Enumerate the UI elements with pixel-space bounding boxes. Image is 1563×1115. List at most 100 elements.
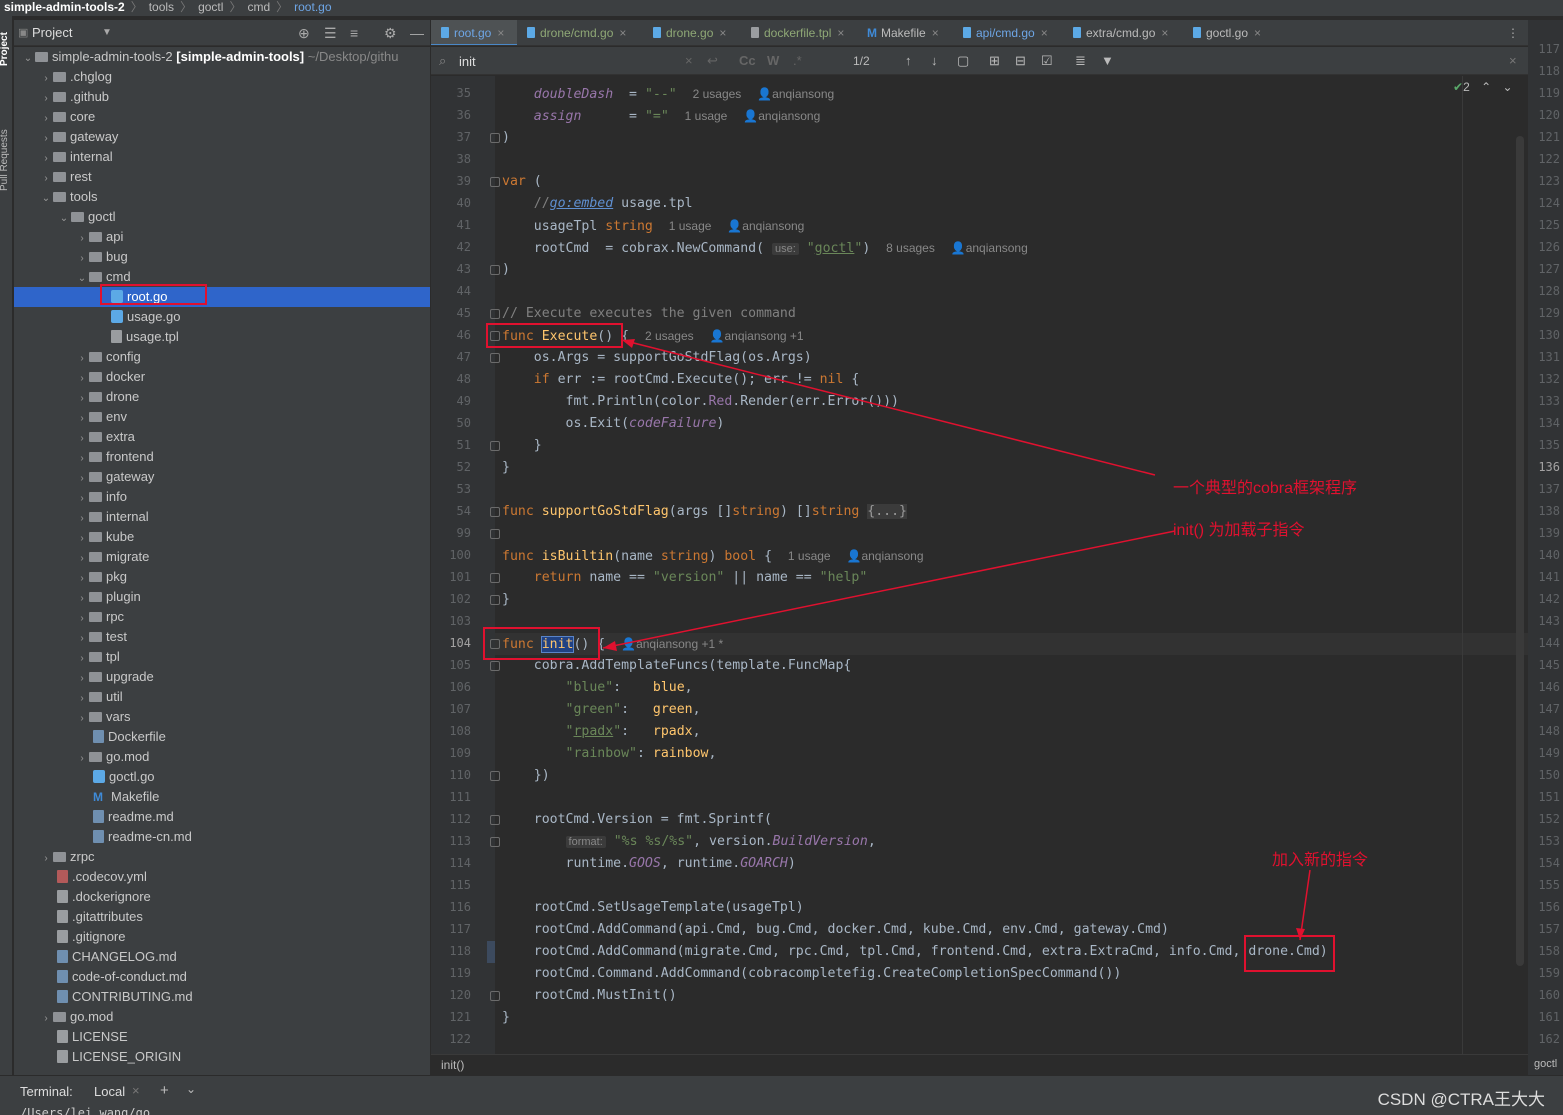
chevron-up-icon[interactable]: ⌃ bbox=[1481, 80, 1491, 94]
tab-dockerfile-tpl[interactable]: dockerfile.tpl × bbox=[751, 20, 861, 45]
fold-marker-icon[interactable] bbox=[490, 661, 500, 671]
breadcrumb[interactable]: init() bbox=[441, 1058, 464, 1072]
tree-item[interactable]: goctl.go bbox=[14, 767, 430, 787]
tree-item[interactable]: ⌄ goctl bbox=[14, 207, 430, 227]
clear-icon[interactable]: × bbox=[685, 47, 693, 75]
tree-item[interactable]: › go.mod bbox=[14, 747, 430, 767]
tree-item[interactable]: › docker bbox=[14, 367, 430, 387]
tree-item[interactable]: › gateway bbox=[14, 127, 430, 147]
project-panel-title[interactable]: Project bbox=[32, 20, 72, 46]
fold-marker-icon[interactable] bbox=[490, 441, 500, 451]
nav-cmd[interactable]: cmd bbox=[247, 0, 270, 14]
remove-occurrence-icon[interactable]: ⊟ bbox=[1015, 47, 1026, 75]
filter-options-icon[interactable]: ≣ bbox=[1075, 47, 1086, 75]
filter-icon[interactable]: ▼ bbox=[1101, 47, 1114, 75]
tree-item[interactable]: › extra bbox=[14, 427, 430, 447]
chevron-right-icon[interactable]: › bbox=[39, 169, 53, 189]
tree-item[interactable]: Dockerfile bbox=[14, 727, 430, 747]
close-icon[interactable]: × bbox=[132, 1083, 140, 1098]
tree-item[interactable]: › api bbox=[14, 227, 430, 247]
chevron-right-icon[interactable]: › bbox=[39, 89, 53, 109]
chevron-right-icon[interactable]: › bbox=[75, 549, 89, 569]
tree-item[interactable]: › vars bbox=[14, 707, 430, 727]
toggle-all-icon[interactable]: ☑ bbox=[1041, 47, 1053, 75]
fold-marker-icon[interactable] bbox=[490, 133, 500, 143]
words-toggle[interactable]: W bbox=[767, 47, 779, 75]
chevron-down-icon[interactable]: ⌄ bbox=[186, 1082, 196, 1096]
tab-api-cmd-go[interactable]: api/cmd.go × bbox=[963, 20, 1063, 45]
chevron-right-icon[interactable]: › bbox=[75, 469, 89, 489]
tree-item[interactable]: › rpc bbox=[14, 607, 430, 627]
fold-marker-icon[interactable] bbox=[490, 991, 500, 1001]
chevron-right-icon[interactable]: › bbox=[75, 609, 89, 629]
nav-tools[interactable]: tools bbox=[149, 0, 174, 14]
fold-marker-icon[interactable] bbox=[490, 177, 500, 187]
tree-item[interactable]: code-of-conduct.md bbox=[14, 967, 430, 987]
tab-drone-cmd-go[interactable]: drone/cmd.go × bbox=[527, 20, 645, 45]
tab-drone-go[interactable]: drone.go × bbox=[653, 20, 741, 45]
chevron-right-icon[interactable]: › bbox=[75, 529, 89, 549]
chevron-right-icon[interactable]: › bbox=[75, 649, 89, 669]
fold-marker-icon[interactable] bbox=[490, 837, 500, 847]
chevron-right-icon[interactable]: › bbox=[75, 349, 89, 369]
fold-marker-icon[interactable] bbox=[490, 573, 500, 583]
chevron-down-icon[interactable]: ▼ bbox=[102, 20, 112, 46]
tree-item[interactable]: .gitattributes bbox=[14, 907, 430, 927]
tree-item[interactable]: › zrpc bbox=[14, 847, 430, 867]
chevron-right-icon[interactable]: › bbox=[75, 249, 89, 269]
previous-occurrence-icon[interactable]: ↑ bbox=[905, 47, 912, 75]
tree-item[interactable]: .dockerignore bbox=[14, 887, 430, 907]
tree-item[interactable]: › internal bbox=[14, 507, 430, 527]
chevron-right-icon[interactable]: › bbox=[75, 449, 89, 469]
gear-icon[interactable]: ⚙ bbox=[384, 20, 397, 46]
nav-goctl[interactable]: goctl bbox=[198, 0, 223, 14]
chevron-right-icon[interactable]: › bbox=[75, 489, 89, 509]
tree-item[interactable]: readme.md bbox=[14, 807, 430, 827]
chevron-right-icon[interactable]: › bbox=[75, 229, 89, 249]
chevron-down-icon[interactable]: ⌄ bbox=[57, 209, 71, 229]
more-tabs-icon[interactable]: ⋮ bbox=[1507, 20, 1523, 45]
tree-item[interactable]: › bug bbox=[14, 247, 430, 267]
chevron-right-icon[interactable]: › bbox=[75, 569, 89, 589]
chevron-down-icon[interactable]: ⌄ bbox=[1503, 80, 1513, 94]
add-occurrence-icon[interactable]: ⊞ bbox=[989, 47, 1000, 75]
fold-marker-icon[interactable] bbox=[490, 353, 500, 363]
fold-marker-icon[interactable] bbox=[490, 529, 500, 539]
tree-item[interactable]: › internal bbox=[14, 147, 430, 167]
close-icon[interactable]: × bbox=[837, 26, 844, 40]
collapse-all-icon[interactable]: ≡ bbox=[350, 20, 358, 46]
regex-toggle[interactable]: .* bbox=[793, 47, 802, 75]
tree-item[interactable]: › migrate bbox=[14, 547, 430, 567]
tree-item[interactable]: ⌄ tools bbox=[14, 187, 430, 207]
chevron-right-icon[interactable]: › bbox=[75, 429, 89, 449]
match-case-toggle[interactable]: Cc bbox=[739, 47, 756, 75]
tree-item[interactable]: › info bbox=[14, 487, 430, 507]
close-icon[interactable]: × bbox=[497, 26, 504, 40]
fold-marker-icon[interactable] bbox=[490, 815, 500, 825]
tree-item[interactable]: LICENSE bbox=[14, 1027, 430, 1047]
tree-item[interactable]: › upgrade bbox=[14, 667, 430, 687]
tree-item[interactable]: .gitignore bbox=[14, 927, 430, 947]
select-all-icon[interactable]: ▢ bbox=[957, 47, 969, 75]
tree-item[interactable]: › drone bbox=[14, 387, 430, 407]
chevron-right-icon[interactable]: › bbox=[75, 389, 89, 409]
close-icon[interactable]: × bbox=[719, 26, 726, 40]
hide-icon[interactable]: — bbox=[410, 20, 424, 46]
tree-item[interactable]: › gateway bbox=[14, 467, 430, 487]
chevron-right-icon[interactable]: › bbox=[75, 749, 89, 769]
chevron-right-icon[interactable]: › bbox=[39, 1009, 53, 1029]
chevron-right-icon[interactable]: › bbox=[75, 709, 89, 729]
project-tool-tab[interactable]: Project bbox=[0, 32, 10, 66]
tree-item[interactable]: › frontend bbox=[14, 447, 430, 467]
history-icon[interactable]: ↩ bbox=[707, 47, 718, 75]
chevron-right-icon[interactable]: › bbox=[75, 629, 89, 649]
tree-item[interactable]: LICENSE_ORIGIN bbox=[14, 1047, 430, 1067]
tree-item[interactable]: › util bbox=[14, 687, 430, 707]
tab-makefile[interactable]: M Makefile × bbox=[867, 20, 959, 45]
fold-marker-icon[interactable] bbox=[490, 595, 500, 605]
tree-item[interactable]: › rest bbox=[14, 167, 430, 187]
chevron-right-icon[interactable]: › bbox=[75, 589, 89, 609]
chevron-right-icon[interactable]: › bbox=[39, 109, 53, 129]
tree-item[interactable]: › env bbox=[14, 407, 430, 427]
code-editor[interactable]: ✔2 ⌃ ⌄ doubleDash = "--" 2 usages 👤anqia… bbox=[431, 76, 1528, 1054]
